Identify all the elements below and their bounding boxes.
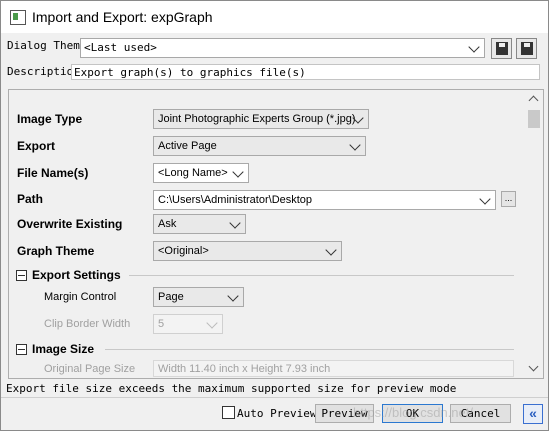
- description-label: Description: [7, 65, 80, 78]
- description-text: Export graph(s) to graphics file(s): [74, 66, 306, 79]
- browse-button[interactable]: ...: [501, 191, 516, 207]
- clip-border-width-label: Clip Border Width: [44, 318, 131, 330]
- scroll-thumb[interactable]: [528, 110, 540, 128]
- margin-control-label: Margin Control: [44, 291, 117, 303]
- graph-theme-select[interactable]: <Original>: [153, 241, 342, 261]
- graph-theme-label: Graph Theme: [17, 244, 95, 258]
- chevron-down-icon: [325, 244, 337, 256]
- save-as-icon: [521, 42, 533, 55]
- export-label: Export: [17, 139, 56, 153]
- file-name-label: File Name(s): [17, 166, 89, 180]
- scroll-down-icon[interactable]: [528, 361, 539, 372]
- collapse-export-settings-icon[interactable]: [16, 270, 27, 281]
- divider: [1, 397, 548, 398]
- save-icon: [496, 42, 508, 55]
- auto-preview-checkbox[interactable]: [222, 406, 235, 419]
- save-theme-button[interactable]: [491, 38, 512, 59]
- collapse-dialog-button[interactable]: «: [523, 404, 543, 424]
- dialog-theme-select[interactable]: <Last used>: [80, 38, 485, 58]
- file-name-select[interactable]: <Long Name>: [153, 163, 249, 183]
- scroll-up-icon[interactable]: [528, 95, 539, 106]
- title-bar[interactable]: Import and Export: expGraph: [1, 1, 548, 33]
- description-box: Export graph(s) to graphics file(s): [71, 64, 540, 80]
- dialog-theme-label: Dialog Theme: [7, 39, 87, 52]
- path-input[interactable]: C:\Users\Administrator\Desktop: [153, 190, 496, 210]
- dialog-theme-value: <Last used>: [84, 41, 157, 54]
- path-label: Path: [17, 192, 44, 206]
- watermark: https://blog.csdn.net/...: [353, 405, 484, 420]
- dialog-window: Import and Export: expGraph Dialog Theme…: [0, 0, 549, 431]
- chevron-down-icon: [479, 193, 491, 205]
- export-select[interactable]: Active Page: [153, 136, 366, 156]
- divider: [105, 349, 514, 350]
- chevron-down-icon: [206, 317, 218, 329]
- overwrite-label: Overwrite Existing: [17, 217, 123, 231]
- chevron-down-icon: [349, 139, 361, 151]
- export-settings-heading: Export Settings: [32, 268, 121, 282]
- clip-border-width-select: 5: [153, 314, 223, 334]
- image-type-label: Image Type: [17, 112, 83, 126]
- window-title: Import and Export: expGraph: [32, 9, 213, 25]
- chevron-down-icon: [232, 166, 244, 178]
- settings-panel: Image Type Joint Photographic Experts Gr…: [8, 89, 544, 379]
- auto-preview-label: Auto Preview: [237, 407, 317, 420]
- app-icon: [10, 10, 26, 25]
- divider: [129, 275, 514, 276]
- original-page-size-value: Width 11.40 inch x Height 7.93 inch: [153, 360, 514, 377]
- vertical-scrollbar[interactable]: [526, 90, 543, 378]
- collapse-image-size-icon[interactable]: [16, 344, 27, 355]
- save-theme-as-button[interactable]: [516, 38, 537, 59]
- status-message: Export file size exceeds the maximum sup…: [6, 382, 457, 395]
- chevron-down-icon: [229, 217, 241, 229]
- chevron-down-icon: [227, 290, 239, 302]
- image-size-heading: Image Size: [32, 342, 95, 356]
- double-chevron-left-icon: «: [529, 405, 537, 421]
- original-page-size-label: Original Page Size: [44, 363, 136, 375]
- chevron-down-icon: [468, 41, 480, 53]
- margin-control-select[interactable]: Page: [153, 287, 244, 307]
- image-type-select[interactable]: Joint Photographic Experts Group (*.jpg): [153, 109, 369, 129]
- overwrite-select[interactable]: Ask: [153, 214, 246, 234]
